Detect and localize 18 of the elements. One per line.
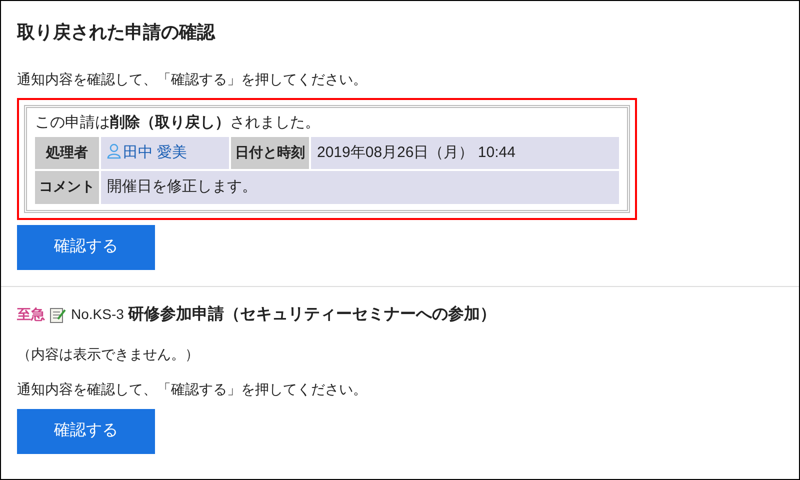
- request-subject: 研修参加申請（セキュリティーセミナーへの参加）: [128, 304, 496, 324]
- instruction-text: 通知内容を確認して、「確認する」を押してください。: [17, 380, 368, 398]
- document-icon: [49, 306, 67, 324]
- user-icon: [107, 142, 121, 158]
- confirm-button[interactable]: 確認する: [17, 224, 155, 270]
- field-value: 開催日を修正します。: [101, 171, 619, 204]
- hidden-content-note: （内容は表示できません。）: [17, 344, 200, 364]
- notice-message: この申請は削除（取り戻し）されました。: [35, 113, 321, 133]
- instruction-text: 通知内容を確認して、「確認する」を押してください。: [17, 70, 368, 89]
- field-label: 処理者: [35, 136, 99, 169]
- field-label: 日付と時刻: [231, 136, 309, 169]
- confirm-button[interactable]: 確認する: [17, 408, 155, 454]
- request-number: No.KS-3: [71, 305, 124, 324]
- user-link[interactable]: 田中 愛美: [123, 144, 188, 160]
- page-title: 取り戻された申請の確認: [17, 21, 216, 44]
- field-label: コメント: [35, 171, 99, 204]
- field-value: 2019年08月26日（月） 10:44: [311, 136, 619, 169]
- priority-label: 至急: [17, 305, 45, 324]
